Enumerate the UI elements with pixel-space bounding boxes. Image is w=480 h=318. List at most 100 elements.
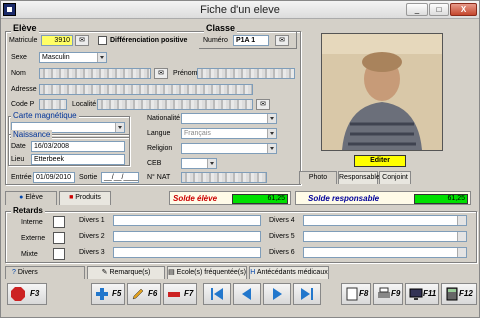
solde-eleve-panel: Solde élève 61,25 — [169, 191, 291, 205]
mixte-label: Mixte — [21, 251, 38, 258]
calculator-icon — [446, 287, 458, 301]
sexe-select[interactable]: Masculin — [39, 52, 107, 63]
prenom-label: Prénom — [173, 70, 198, 77]
report-button[interactable]: F8 — [341, 283, 371, 305]
adresse-field[interactable] — [39, 84, 253, 95]
prev-icon — [242, 288, 251, 300]
tab-responsable[interactable]: Responsable — [338, 171, 380, 184]
diff-positive-checkbox[interactable] — [98, 36, 107, 45]
f3-label: F3 — [30, 289, 40, 298]
ceb-select[interactable] — [181, 158, 217, 169]
divers2-label: Divers 2 — [79, 233, 105, 240]
naissance-label: Naissance — [11, 130, 53, 139]
question-icon: ? — [12, 269, 16, 276]
sortie-field[interactable]: __/__/____ — [101, 172, 139, 183]
matricule-lookup-icon[interactable]: ✉ — [75, 35, 89, 46]
lieu-field[interactable]: Etterbeek — [31, 154, 125, 165]
localite-lookup-icon[interactable]: ✉ — [256, 99, 270, 110]
chevron-down-icon — [267, 144, 276, 153]
hospital-icon: H — [250, 269, 256, 276]
divers5-field[interactable] — [303, 231, 467, 242]
externe-checkbox[interactable] — [53, 232, 65, 244]
produits-tab-icon: ■ — [69, 194, 74, 201]
student-photo — [321, 33, 443, 151]
localite-field[interactable] — [97, 99, 253, 110]
last-record-button[interactable] — [293, 283, 321, 305]
classe-lookup-icon[interactable]: ✉ — [275, 35, 289, 46]
lieu-label: Lieu — [11, 156, 25, 163]
calculator-button[interactable]: F12 — [441, 283, 477, 305]
f12-label: F12 — [459, 289, 473, 298]
divers1-field[interactable] — [113, 215, 261, 226]
matricule-field[interactable]: 3910 — [41, 35, 73, 46]
solde-resp-panel: Solde responsable 61,25 — [295, 191, 471, 205]
nom-field[interactable] — [39, 68, 151, 79]
minimize-button[interactable]: _ — [406, 3, 428, 16]
screen-button[interactable]: F11 — [405, 283, 439, 305]
printer-icon — [378, 287, 390, 298]
divers2-field[interactable] — [113, 231, 261, 242]
adresse-label: Adresse — [11, 86, 37, 93]
stop-button[interactable]: F3 — [7, 283, 47, 305]
date-label: Date — [11, 143, 26, 150]
divers4-field[interactable] — [303, 215, 467, 226]
tab-ecoles[interactable]: ▤ Ecole(s) fréquentée(s) — [167, 266, 247, 279]
editer-button[interactable]: Editer — [354, 155, 406, 167]
numero-field[interactable]: P1A 1 — [233, 35, 269, 46]
eleve-tab-icon: ● — [19, 194, 24, 201]
codep-field[interactable] — [39, 99, 67, 110]
first-record-button[interactable] — [203, 283, 231, 305]
solde-eleve-value: 61,25 — [232, 194, 288, 204]
add-button[interactable]: F5 — [91, 283, 125, 305]
tab-photo[interactable]: Photo — [299, 171, 337, 184]
langue-label: Langue — [147, 130, 171, 137]
nationalite-select[interactable] — [181, 113, 277, 124]
divers6-field[interactable] — [303, 247, 467, 258]
tab-eleve[interactable]: ● Elève — [5, 191, 57, 205]
tab-divers[interactable]: ? Divers — [5, 266, 85, 279]
diff-positive-label: Différenciation positive — [110, 37, 188, 44]
religion-label: Religion — [147, 145, 173, 152]
tab-conjoint[interactable]: Conjoint — [379, 171, 411, 184]
tab-divers-label: Divers — [17, 269, 38, 276]
tab-remarques[interactable]: ✎ Remarque(s) — [87, 266, 165, 279]
entree-field[interactable]: 01/09/2010 — [33, 172, 75, 183]
chevron-down-icon — [267, 114, 276, 123]
next-record-button[interactable] — [263, 283, 291, 305]
tab-antecedants[interactable]: H Antécédants médicaux — [249, 266, 329, 279]
school-icon: ▤ — [168, 269, 175, 276]
chevron-down-icon — [115, 123, 124, 132]
close-button[interactable]: X — [450, 3, 477, 16]
title-bar: Fiche d'un eleve _ □ X — [1, 1, 479, 19]
prenom-field[interactable] — [197, 68, 295, 79]
date-field[interactable]: 16/03/2008 — [31, 141, 125, 152]
sortie-label: Sortie — [79, 174, 98, 181]
tab-produits[interactable]: ■ Produits — [59, 191, 111, 205]
document-icon — [346, 287, 358, 301]
chevron-down-icon — [267, 129, 276, 138]
edit-button[interactable]: F6 — [127, 283, 161, 305]
mixte-checkbox[interactable] — [53, 248, 65, 260]
maximize-button[interactable]: □ — [429, 3, 449, 16]
nnat-label: N° NAT — [147, 174, 171, 181]
carte-label: Carte magnétique — [11, 111, 79, 120]
f8-label: F8 — [359, 289, 369, 298]
divers3-field[interactable] — [113, 247, 261, 258]
f7-label: F7 — [184, 289, 194, 298]
localite-label: Localité — [72, 101, 97, 108]
sexe-value: Masculin — [42, 54, 70, 61]
religion-select[interactable] — [181, 143, 277, 154]
chevron-down-icon — [97, 53, 106, 62]
delete-button[interactable]: F7 — [163, 283, 197, 305]
externe-label: Externe — [21, 235, 46, 242]
pencil-icon — [132, 288, 144, 300]
nom-lookup-icon[interactable]: ✉ — [154, 68, 168, 79]
interne-checkbox[interactable] — [53, 216, 65, 228]
langue-select[interactable]: Français — [181, 128, 277, 139]
last-icon — [301, 288, 313, 300]
nnat-field[interactable] — [181, 172, 267, 183]
tab-antecedants-label: Antécédants médicaux — [256, 269, 328, 276]
print-button[interactable]: F9 — [373, 283, 403, 305]
prev-record-button[interactable] — [233, 283, 261, 305]
divers1-label: Divers 1 — [79, 217, 105, 224]
